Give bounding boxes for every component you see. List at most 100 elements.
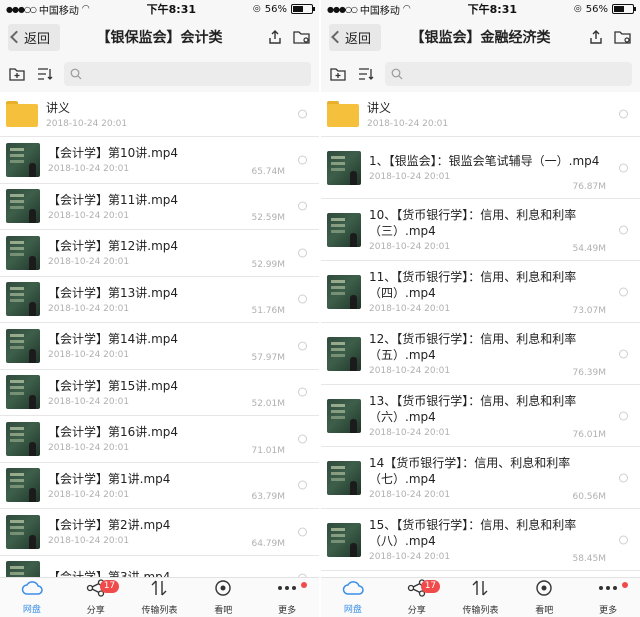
battery-icon: [611, 4, 636, 14]
tab-label: 看吧: [214, 606, 233, 616]
tab-cloud[interactable]: 网盘: [321, 578, 385, 617]
select-radio[interactable]: [619, 225, 628, 234]
file-item[interactable]: 【会计学】第10讲.mp4 2018-10-24 20:01 65.74M: [0, 137, 319, 184]
select-radio[interactable]: [298, 248, 307, 258]
select-radio[interactable]: [298, 201, 307, 211]
alarm-icon: ◎: [252, 4, 261, 14]
transfer-icon: [149, 579, 169, 601]
file-size: 52.59M: [251, 213, 285, 223]
file-item[interactable]: 【会计学】第13讲.mp4 2018-10-24 20:01 51.76M: [0, 276, 319, 323]
file-item[interactable]: 【会计学】第11讲.mp4 2018-10-24 20:01 52.59M: [0, 183, 319, 230]
file-size: 65.74M: [251, 166, 285, 177]
file-size: 52.99M: [251, 259, 285, 270]
select-radio[interactable]: [619, 109, 628, 119]
video-thumbnail: [6, 235, 40, 270]
select-radio[interactable]: [298, 155, 307, 165]
notification-badge: 17: [99, 580, 120, 593]
cloud-icon: [21, 580, 43, 600]
file-name: 【会计学】第14讲.mp4: [48, 332, 179, 347]
tab-transfer[interactable]: 传输列表: [449, 578, 513, 617]
video-thumbnail: [327, 336, 361, 371]
new-folder-icon[interactable]: [329, 65, 347, 83]
select-radio[interactable]: [298, 341, 307, 351]
select-radio[interactable]: [298, 387, 307, 397]
more-icon: [276, 579, 298, 601]
file-item[interactable]: 11、【货币银行学】：信用、利息和利率（四）.mp4 2018-10-24 20:…: [321, 261, 640, 323]
folder-icon: [327, 101, 359, 127]
eye-icon: [213, 579, 233, 601]
video-thumbnail: [6, 468, 40, 503]
tab-label: 分享: [407, 606, 426, 616]
file-size: 57.97M: [251, 352, 285, 363]
nav-bar: 返回 【银监会】金融经济类: [321, 18, 640, 56]
file-item[interactable]: 12、【货币银行学】：信用、利息和利率（五）.mp4 2018-10-24 20:…: [321, 323, 640, 385]
tab-eye[interactable]: 看吧: [512, 578, 576, 617]
select-radio[interactable]: [298, 109, 307, 119]
file-size: 71.01M: [251, 445, 285, 456]
select-radio[interactable]: [619, 349, 628, 358]
folder-settings-icon[interactable]: [614, 29, 632, 45]
file-size: 63.79M: [251, 492, 285, 502]
tab-label: 看吧: [535, 606, 554, 616]
wifi-icon: ◠: [81, 4, 90, 14]
select-radio[interactable]: [619, 473, 628, 482]
select-radio[interactable]: [619, 287, 628, 296]
file-item[interactable]: 1、【银监会】：银监会笔试辅导（一）.mp4 2018-10-24 20:01 76…: [321, 137, 640, 199]
folder-settings-icon[interactable]: [293, 29, 311, 45]
file-item[interactable]: 【会计学】第12讲.mp4 2018-10-24 20:01 52.99M: [0, 230, 319, 277]
file-size: 54.49M: [572, 244, 606, 254]
tab-bar: 网盘 分享 17 传输列表 看吧 更多: [321, 577, 640, 617]
tab-share[interactable]: 分享 17: [385, 578, 449, 617]
share-upload-icon[interactable]: [588, 29, 604, 45]
file-name: 【会计学】第10讲.mp4: [48, 146, 179, 161]
sort-icon[interactable]: [357, 65, 375, 83]
tab-share[interactable]: 分享 17: [64, 578, 128, 617]
left-screen: ●●●○○ 中国移动 ◠ 下午8:31 ◎ 56% 返回 【银保监会】会计类 讲义 20…: [0, 0, 319, 617]
select-radio[interactable]: [619, 411, 628, 420]
folder-item[interactable]: 讲义 2018-10-24 20:01: [321, 92, 640, 137]
tab-label: 分享: [86, 606, 105, 616]
select-radio[interactable]: [298, 434, 307, 444]
carrier-label: 中国移动: [38, 5, 79, 17]
file-item[interactable]: 15、【货币银行学】：信用、利息和利率（八）.mp4 2018-10-24 20:…: [321, 509, 640, 571]
share-upload-icon[interactable]: [267, 29, 283, 45]
select-radio[interactable]: [619, 535, 628, 544]
transfer-icon: [470, 579, 490, 601]
file-name: 15、【货币银行学】：信用、利息和利率（八）.mp4: [369, 518, 577, 548]
tab-transfer[interactable]: 传输列表: [128, 578, 192, 617]
folder-name: 讲义: [46, 100, 71, 115]
file-item[interactable]: 【会计学】第14讲.mp4 2018-10-24 20:01 57.97M: [0, 323, 319, 370]
tab-label: 传输列表: [141, 606, 178, 616]
video-thumbnail: [327, 522, 361, 557]
file-item[interactable]: 10、【货币银行学】：信用、利息和利率（三）.mp4 2018-10-24 20:…: [321, 199, 640, 261]
tab-more[interactable]: 更多: [576, 578, 640, 617]
back-button[interactable]: 返回: [329, 23, 382, 51]
select-radio[interactable]: [298, 527, 307, 537]
tab-cloud[interactable]: 网盘: [0, 578, 64, 617]
file-list: 讲义 2018-10-24 20:01 【会计学】第10讲.mp4 2018-10-…: [0, 92, 319, 577]
file-item[interactable]: 【会计学】第3讲.mp4: [0, 555, 319, 577]
back-button[interactable]: 返回: [8, 23, 61, 51]
file-item[interactable]: 13、【货币银行学】：信用、利息和利率（六）.mp4 2018-10-24 20:…: [321, 385, 640, 447]
video-thumbnail: [327, 212, 361, 247]
battery-label: 56%: [585, 3, 608, 15]
file-item[interactable]: 14【货币银行学】：信用、利息和利率（七）.mp4 2018-10-24 20:0…: [321, 447, 640, 509]
file-name: 14【货币银行学】：信用、利息和利率（七）.mp4: [369, 456, 571, 486]
file-item[interactable]: 【会计学】第15讲.mp4 2018-10-24 20:01 52.01M: [0, 369, 319, 416]
new-folder-icon[interactable]: [8, 65, 26, 83]
file-name: 13、【货币银行学】：信用、利息和利率（六）.mp4: [369, 394, 577, 424]
select-radio[interactable]: [298, 294, 307, 304]
folder-item[interactable]: 讲义 2018-10-24 20:01: [0, 92, 319, 137]
sort-icon[interactable]: [36, 65, 54, 83]
file-item[interactable]: 【会计学】第2讲.mp4 2018-10-24 20:01 64.79M: [0, 509, 319, 556]
more-icon: [597, 579, 619, 601]
tab-more[interactable]: 更多: [255, 578, 319, 617]
search-input[interactable]: [64, 62, 311, 86]
file-item[interactable]: 【会计学】第1讲.mp4 2018-10-24 20:01 63.79M: [0, 462, 319, 509]
select-radio[interactable]: [619, 163, 628, 172]
select-radio[interactable]: [298, 480, 307, 490]
file-item[interactable]: 【会计学】第16讲.mp4 2018-10-24 20:01 71.01M: [0, 416, 319, 463]
search-input[interactable]: [385, 62, 632, 86]
video-thumbnail: [6, 514, 40, 549]
tab-eye[interactable]: 看吧: [191, 578, 255, 617]
